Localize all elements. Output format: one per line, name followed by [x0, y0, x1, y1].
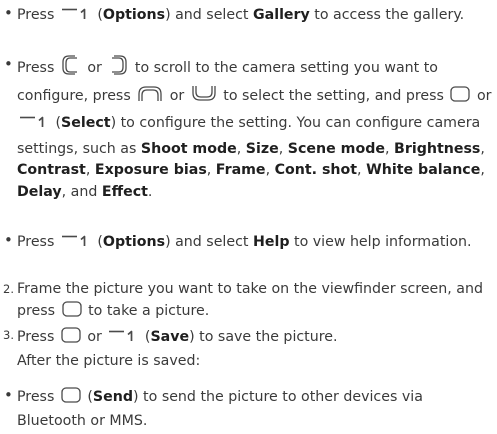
center-key-icon: [61, 299, 83, 325]
softkey-left-icon: [60, 230, 92, 256]
center-key-icon: [449, 84, 471, 112]
nav-right-key-icon: [107, 54, 129, 84]
nav-up-key-icon: [136, 84, 164, 112]
softkey-left-icon: [60, 3, 92, 29]
bold-term: Frame: [215, 162, 266, 178]
bold-term: Scene mode: [287, 140, 385, 157]
list-bullet: •: [4, 231, 13, 249]
bold-term: Brightness: [394, 140, 481, 157]
bold-term: Exposure bias: [94, 162, 207, 178]
bold-term: Size: [245, 140, 279, 157]
bold-term: Options: [102, 234, 166, 250]
list-bullet: •: [4, 386, 13, 404]
nav-left-key-icon: [60, 54, 82, 84]
bold-term: Effect: [101, 183, 148, 200]
list-bullet: •: [4, 4, 13, 22]
center-key-icon: [60, 385, 82, 411]
instruction-text: Press or to scroll to the camera setting…: [17, 54, 492, 203]
bold-term: Help: [252, 234, 290, 250]
instruction-text: Press (Options) and select Help to view …: [17, 230, 492, 256]
bold-term: Delay: [17, 183, 62, 200]
instruction-text: Press or (Save) to save the picture. Afte…: [17, 325, 492, 371]
softkey-left-icon: [107, 325, 139, 351]
bold-term: White balance: [366, 162, 481, 178]
bold-term: Options: [102, 7, 166, 23]
softkey-left-icon: [18, 111, 50, 139]
bold-term: Select: [61, 115, 111, 131]
nav-down-key-icon: [190, 84, 218, 112]
list-bullet: •: [4, 55, 13, 73]
manual-page: • Press (Options) and select Gallery to …: [0, 0, 497, 434]
bold-term: Send: [92, 389, 134, 405]
step-number: 3.: [3, 328, 14, 342]
bold-term: Cont. shot: [274, 162, 358, 178]
step-number: 2.: [3, 282, 14, 296]
bold-term: Shoot mode: [140, 140, 237, 157]
instruction-text: Frame the picture you want to take on th…: [17, 279, 492, 325]
bold-term: Save: [150, 329, 190, 345]
bold-term: Contrast: [17, 162, 86, 178]
instruction-text: Press (Options) and select Gallery to ac…: [17, 3, 492, 29]
center-key-icon: [60, 325, 82, 351]
instruction-text: Press (Send) to send the picture to othe…: [17, 385, 492, 431]
bold-term: Gallery: [252, 7, 310, 23]
